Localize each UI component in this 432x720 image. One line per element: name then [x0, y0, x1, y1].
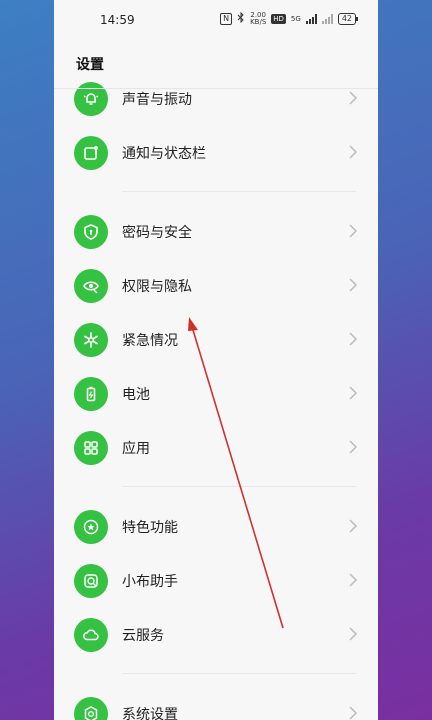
chevron-right-icon: [349, 519, 358, 533]
settings-item-label: 系统设置: [122, 707, 178, 720]
eye-privacy-icon: [74, 269, 108, 303]
assistant-icon: [74, 564, 108, 598]
chevron-right-icon: [349, 573, 358, 587]
settings-item-cloud[interactable]: 云服务: [54, 610, 378, 660]
settings-item-label: 密码与安全: [122, 225, 192, 241]
settings-item-special-features[interactable]: 特色功能: [54, 502, 378, 552]
settings-item-apps[interactable]: 应用: [54, 423, 378, 473]
settings-item-password-security[interactable]: 密码与安全: [54, 207, 378, 257]
settings-item-sound[interactable]: 声音与振动: [54, 74, 378, 124]
nfc-icon: N: [220, 13, 233, 25]
page-title: 设置: [76, 57, 104, 73]
status-time: 14:59: [100, 13, 135, 27]
settings-item-label: 紧急情况: [122, 333, 178, 349]
settings-item-label: 云服务: [122, 628, 164, 644]
battery-indicator: 42: [337, 13, 359, 25]
signal-icon: [305, 14, 317, 24]
asterisk-icon: [74, 323, 108, 357]
settings-item-permissions-privacy[interactable]: 权限与隐私: [54, 261, 378, 311]
settings-item-label: 电池: [122, 387, 150, 403]
group-divider: [122, 191, 356, 192]
settings-item-label: 特色功能: [122, 520, 178, 536]
signal-icon-2: [321, 14, 333, 24]
bluetooth-icon: [237, 11, 245, 26]
hd-icon: HD: [271, 14, 286, 24]
settings-item-system[interactable]: 系统设置: [54, 689, 378, 720]
net-speed: 2.00 KB/S: [250, 11, 267, 26]
settings-item-emergency[interactable]: 紧急情况: [54, 315, 378, 365]
phone-screen: 14:59 N 2.00 KB/S HD 5G 42 设置 声音与振动 通知与状…: [54, 0, 378, 720]
chevron-right-icon: [349, 706, 358, 720]
settings-item-assistant[interactable]: 小布助手: [54, 556, 378, 606]
status-icons: N 2.00 KB/S HD 5G 42: [220, 11, 359, 26]
chevron-right-icon: [349, 440, 358, 454]
shield-icon: [74, 215, 108, 249]
cloud-icon: [74, 618, 108, 652]
group-divider: [122, 486, 356, 487]
mobile-network-label: 5G: [290, 14, 301, 23]
chevron-right-icon: [349, 332, 358, 346]
battery-icon: [74, 377, 108, 411]
settings-item-notifications[interactable]: 通知与状态栏: [54, 128, 378, 178]
chevron-right-icon: [349, 145, 358, 159]
notification-icon: [74, 136, 108, 170]
status-bar: 14:59 N 2.00 KB/S HD 5G 42: [54, 0, 378, 40]
settings-item-battery[interactable]: 电池: [54, 369, 378, 419]
title-divider: [54, 88, 378, 89]
star-icon: [74, 510, 108, 544]
chevron-right-icon: [349, 91, 358, 105]
settings-item-label: 声音与振动: [122, 92, 192, 108]
settings-item-label: 通知与状态栏: [122, 146, 206, 162]
chevron-right-icon: [349, 386, 358, 400]
settings-item-label: 权限与隐私: [122, 279, 192, 295]
chevron-right-icon: [349, 627, 358, 641]
apps-grid-icon: [74, 431, 108, 465]
group-divider: [122, 673, 356, 674]
gear-icon: [74, 697, 108, 720]
settings-item-label: 小布助手: [122, 574, 178, 590]
settings-item-label: 应用: [122, 441, 150, 457]
chevron-right-icon: [349, 224, 358, 238]
chevron-right-icon: [349, 278, 358, 292]
